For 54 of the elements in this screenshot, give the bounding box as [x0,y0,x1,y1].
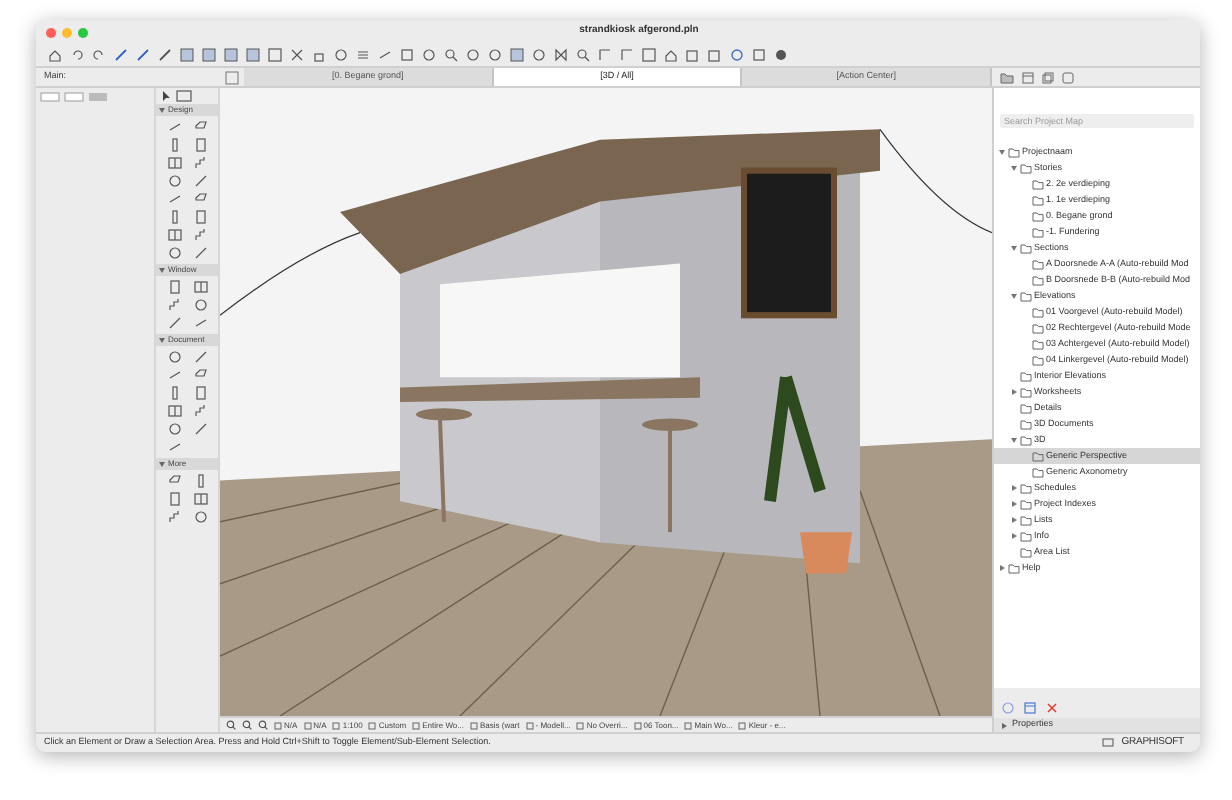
square-icon [738,721,747,729]
caret-icon[interactable] [1010,436,1018,444]
square-icon [633,721,642,729]
circle-icon[interactable] [193,510,207,524]
line-icon[interactable] [193,174,207,188]
house-icon[interactable] [664,48,678,62]
circle-icon[interactable] [167,350,181,364]
line-icon[interactable] [193,246,207,260]
line-icon[interactable] [193,350,207,364]
caret-icon[interactable] [998,564,1006,572]
square-icon[interactable] [642,48,656,62]
square-icon [368,721,377,729]
caret-icon [158,266,166,274]
delete-icon[interactable] [1046,702,1058,714]
square-icon[interactable] [268,48,282,62]
caret-icon [158,460,166,468]
square-icon [303,721,312,729]
tile-icon[interactable] [220,68,244,88]
caret-icon [1000,721,1008,729]
square-icon [469,721,478,729]
square-icon [412,721,421,729]
circle-icon[interactable] [193,298,207,312]
circle-icon[interactable] [167,422,181,436]
square-icon [332,721,341,729]
arrow-icon[interactable] [160,90,172,102]
pages-icon[interactable] [1042,71,1054,83]
zoom-icon[interactable] [258,720,268,730]
caret-icon [158,336,166,344]
caret-icon[interactable] [1010,244,1018,252]
zoom-icon[interactable] [226,720,236,730]
folder-icon[interactable] [1000,71,1014,83]
circle-icon[interactable] [167,174,181,188]
square-icon [525,721,534,729]
monitor-icon [1101,738,1114,748]
bowtie-icon[interactable] [554,48,568,62]
zoom-icon[interactable] [444,48,458,62]
caret-icon [158,106,166,114]
zoom-icon[interactable] [242,720,252,730]
undo-icon[interactable] [70,48,84,62]
zoom-icon[interactable] [576,48,590,62]
circle-icon[interactable] [167,246,181,260]
square-icon [274,721,282,729]
circle-icon[interactable] [532,48,546,62]
cross-icon[interactable] [290,48,304,62]
redo-icon[interactable] [92,48,106,62]
home-icon[interactable] [48,48,62,62]
caret-icon[interactable] [1010,292,1018,300]
square-icon [684,721,693,729]
caret-icon[interactable] [1010,388,1018,396]
line-icon[interactable] [167,316,181,330]
square-icon [576,721,585,729]
line-icon[interactable] [193,422,207,436]
close-button[interactable] [46,27,56,37]
layout-icon[interactable] [1022,71,1034,83]
